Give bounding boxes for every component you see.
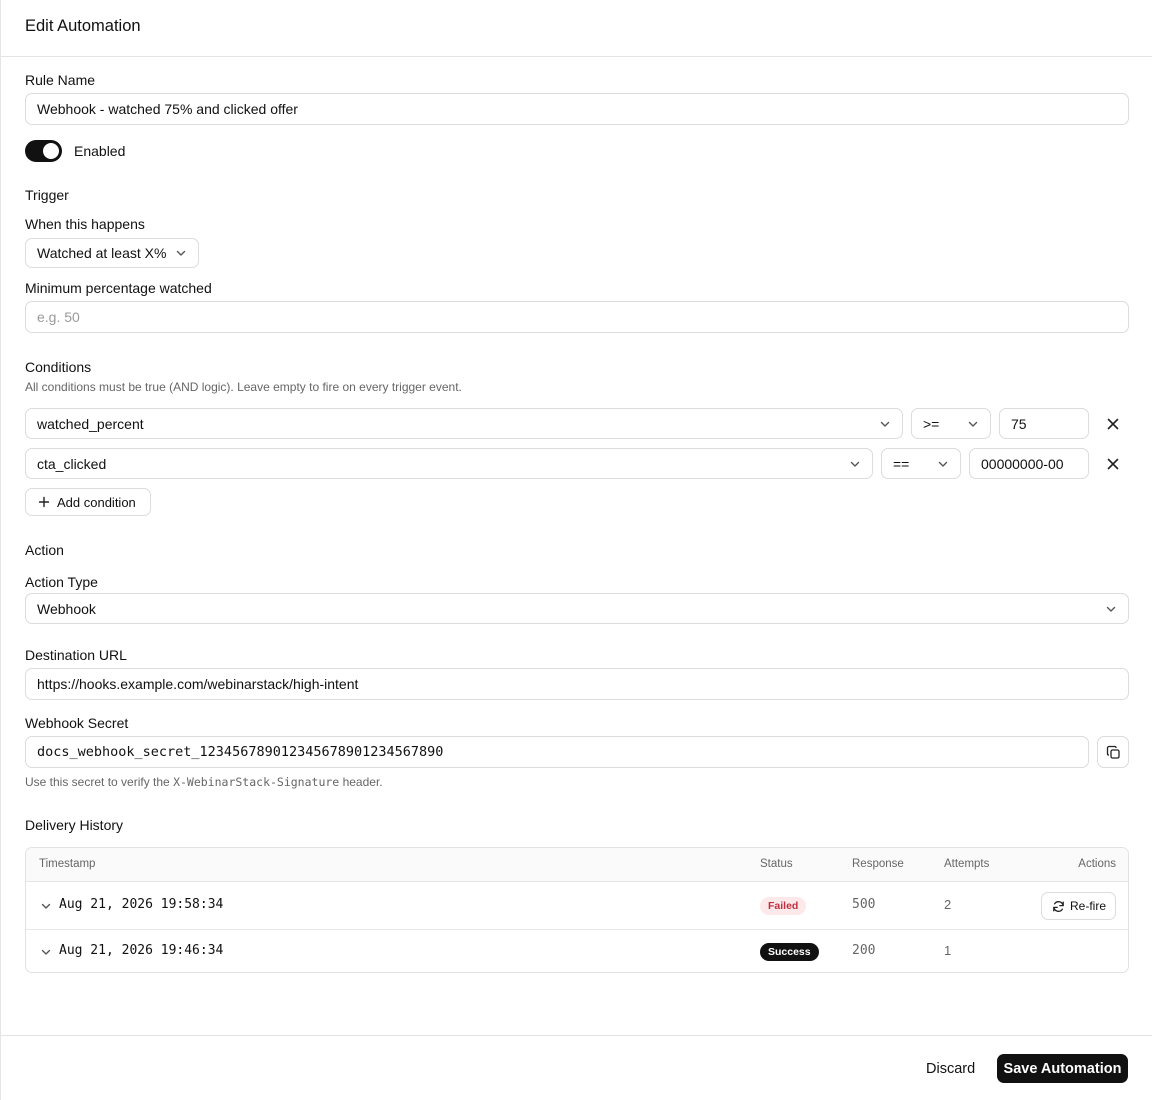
refresh-icon: [1052, 900, 1065, 913]
trigger-when-label: When this happens: [25, 216, 145, 232]
expand-row-icon[interactable]: [40, 945, 52, 957]
action-type-select[interactable]: Webhook: [25, 593, 1129, 624]
expand-row-icon[interactable]: [40, 899, 52, 911]
plus-icon: [38, 496, 50, 508]
column-header-timestamp: Timestamp: [39, 858, 96, 870]
trigger-event-value: Watched at least X%: [37, 245, 167, 261]
webhook-secret-hint: Use this secret to verify the X-WebinarS…: [25, 775, 383, 789]
row-timestamp: Aug 21, 2026 19:58:34: [59, 897, 224, 912]
refire-button[interactable]: Re-fire: [1041, 892, 1116, 920]
table-header: Timestamp Status Response Attempts Actio…: [26, 848, 1128, 882]
table-row: Aug 21, 2026 19:46:34 Success 200 1: [26, 930, 1128, 972]
row-response-code: 200: [852, 943, 876, 958]
table-row: Aug 21, 2026 19:58:34 Failed 500 2 Re-fi…: [26, 882, 1128, 930]
column-header-response: Response: [852, 858, 904, 870]
destination-url-label: Destination URL: [25, 647, 127, 663]
add-condition-label: Add condition: [57, 494, 136, 510]
destination-url-value: https://hooks.example.com/webinarstack/h…: [37, 676, 359, 692]
condition-field-value: cta_clicked: [37, 455, 107, 472]
conditions-description: All conditions must be true (AND logic).…: [25, 380, 462, 394]
chevron-down-icon: [849, 458, 861, 470]
hint-prefix: Use this secret to verify the: [25, 775, 174, 789]
condition-operator-select[interactable]: ==: [881, 448, 961, 479]
condition-value: 75: [1011, 415, 1027, 432]
trigger-event-select[interactable]: Watched at least X%: [25, 238, 199, 268]
row-response-code: 500: [852, 897, 876, 912]
save-automation-button[interactable]: Save Automation: [997, 1054, 1128, 1083]
webhook-secret-label: Webhook Secret: [25, 715, 129, 731]
chevron-down-icon: [937, 458, 949, 470]
status-badge: Success: [760, 943, 819, 961]
row-timestamp: Aug 21, 2026 19:46:34: [59, 943, 224, 958]
discard-button[interactable]: Discard: [917, 1055, 984, 1083]
column-header-status: Status: [760, 858, 793, 870]
rule-name-label: Rule Name: [25, 72, 96, 88]
chevron-down-icon: [175, 247, 187, 259]
min-percentage-placeholder: e.g. 50: [37, 309, 80, 325]
action-type-value: Webhook: [37, 600, 96, 617]
condition-operator-value: ==: [893, 455, 910, 472]
delivery-history-title: Delivery History: [25, 817, 124, 833]
chevron-down-icon: [879, 418, 891, 430]
trigger-section-title: Trigger: [25, 187, 69, 203]
toggle-knob: [43, 143, 59, 159]
row-attempts: 2: [944, 897, 952, 912]
condition-operator-value: >=: [923, 415, 940, 432]
status-badge: Failed: [760, 897, 807, 915]
min-percentage-input[interactable]: e.g. 50: [25, 301, 1129, 333]
enabled-label: Enabled: [74, 143, 126, 159]
panel-footer: Discard Save Automation: [1, 1035, 1152, 1100]
action-type-label: Action Type: [25, 574, 98, 590]
enabled-toggle[interactable]: [25, 140, 62, 162]
condition-field-select[interactable]: watched_percent: [25, 408, 903, 439]
condition-field-select[interactable]: cta_clicked: [25, 448, 873, 479]
webhook-secret-input[interactable]: docs_webhook_secret_12345678901234567890…: [25, 736, 1089, 768]
action-section-title: Action: [25, 542, 64, 558]
column-header-actions: Actions: [1078, 858, 1116, 870]
hint-header-code: X-WebinarStack-Signature: [173, 775, 340, 789]
condition-field-value: watched_percent: [37, 415, 144, 432]
rule-name-value: Webhook - watched 75% and clicked offer: [37, 101, 298, 117]
remove-condition-icon[interactable]: [1105, 416, 1121, 432]
condition-operator-select[interactable]: >=: [911, 408, 991, 439]
page-title: Edit Automation: [25, 17, 141, 35]
delivery-history-table: Timestamp Status Response Attempts Actio…: [25, 847, 1129, 973]
condition-value: 00000000-00: [981, 455, 1064, 472]
add-condition-button[interactable]: Add condition: [25, 488, 151, 516]
chevron-down-icon: [967, 418, 979, 430]
rule-name-input[interactable]: Webhook - watched 75% and clicked offer: [25, 93, 1129, 125]
conditions-section-title: Conditions: [25, 359, 92, 375]
webhook-secret-value: docs_webhook_secret_12345678901234567890…: [37, 744, 444, 760]
hint-suffix: header.: [339, 775, 383, 789]
refire-label: Re-fire: [1070, 899, 1107, 913]
panel-header: Edit Automation: [1, 0, 1152, 57]
condition-value-input[interactable]: 00000000-00: [969, 448, 1089, 479]
edit-automation-panel: Edit Automation Rule Name Webhook - watc…: [0, 0, 1152, 1100]
remove-condition-icon[interactable]: [1105, 456, 1121, 472]
column-header-attempts: Attempts: [944, 858, 990, 870]
copy-secret-button[interactable]: [1097, 736, 1129, 768]
copy-icon: [1106, 745, 1121, 760]
row-attempts: 1: [944, 943, 952, 958]
destination-url-input[interactable]: https://hooks.example.com/webinarstack/h…: [25, 668, 1129, 700]
condition-value-input[interactable]: 75: [999, 408, 1089, 439]
min-percentage-label: Minimum percentage watched: [25, 280, 212, 296]
chevron-down-icon: [1105, 603, 1117, 615]
